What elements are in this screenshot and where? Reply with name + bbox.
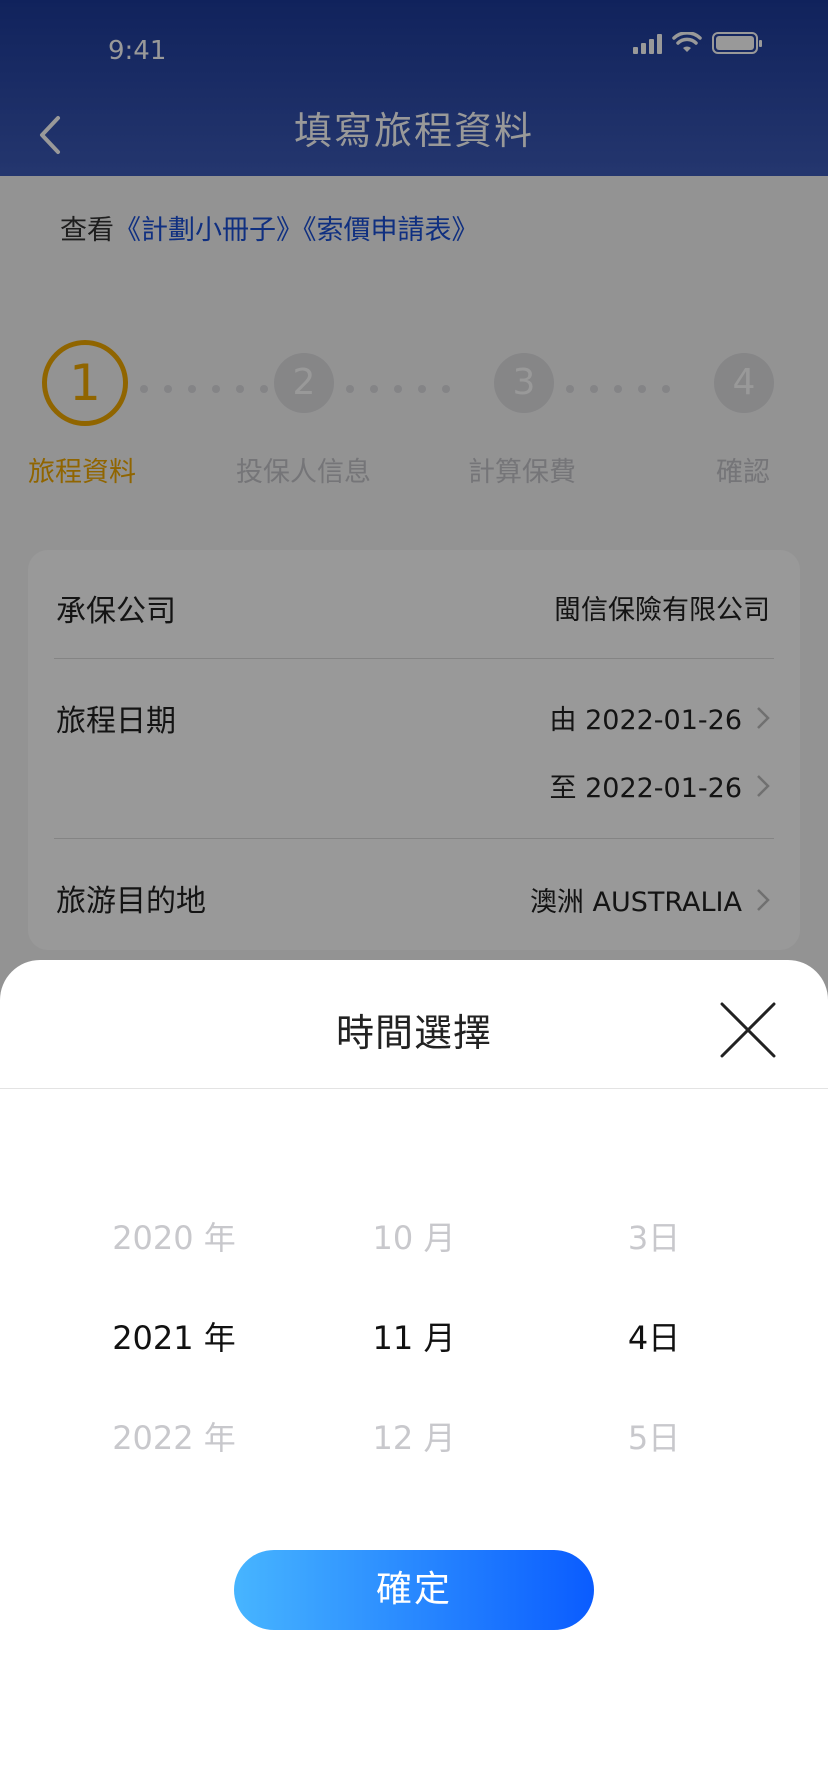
month-option[interactable]: 12 月: [314, 1388, 514, 1488]
day-picker-column[interactable]: 3日 4日 5日: [554, 1188, 754, 1488]
day-option[interactable]: 3日: [554, 1188, 754, 1288]
day-option-selected[interactable]: 4日: [554, 1288, 754, 1388]
date-picker-sheet: 時間選擇 2020 年 2021 年 2022 年 10 月 11 月 12 月…: [0, 960, 828, 1792]
day-option[interactable]: 5日: [554, 1388, 754, 1488]
confirm-button[interactable]: 確定: [234, 1550, 594, 1630]
month-option[interactable]: 10 月: [314, 1188, 514, 1288]
month-option-selected[interactable]: 11 月: [314, 1288, 514, 1388]
close-icon[interactable]: [718, 1000, 778, 1060]
year-picker-column[interactable]: 2020 年 2021 年 2022 年: [74, 1188, 274, 1488]
sheet-divider: [0, 1088, 828, 1089]
month-picker-column[interactable]: 10 月 11 月 12 月: [314, 1188, 514, 1488]
year-option[interactable]: 2020 年: [74, 1188, 274, 1288]
year-option-selected[interactable]: 2021 年: [74, 1288, 274, 1388]
year-option[interactable]: 2022 年: [74, 1388, 274, 1488]
date-picker-title: 時間選擇: [335, 1011, 492, 1055]
